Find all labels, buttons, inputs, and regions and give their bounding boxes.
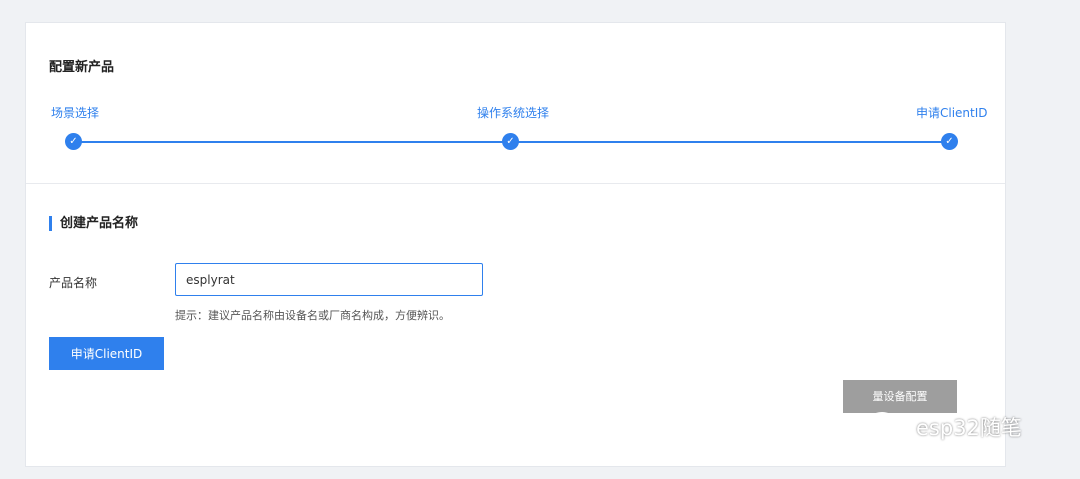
step-label-scene[interactable]: 场景选择 [51, 104, 99, 121]
section-divider [26, 183, 1005, 184]
watermark: esp32随笔 [866, 410, 1022, 444]
apply-clientid-button[interactable]: 申请ClientID [49, 337, 164, 370]
batch-config-button[interactable]: 量设备配置 [843, 380, 957, 413]
wechat-icon [867, 412, 908, 442]
step-label-os[interactable]: 操作系统选择 [477, 104, 549, 121]
check-icon[interactable]: ✓ [65, 133, 82, 150]
product-name-hint: 提示：建议产品名称由设备名或厂商名构成，方便辨识。 [175, 309, 450, 322]
check-icon[interactable]: ✓ [502, 133, 519, 150]
product-name-label: 产品名称 [49, 276, 98, 290]
product-name-input[interactable] [175, 263, 483, 296]
section-title: 创建产品名称 [49, 216, 138, 231]
check-icon[interactable]: ✓ [941, 133, 958, 150]
step-label-clientid[interactable]: 申请ClientID [916, 104, 988, 121]
page-title: 配置新产品 [49, 60, 115, 75]
watermark-text: esp32随笔 [916, 416, 1022, 440]
